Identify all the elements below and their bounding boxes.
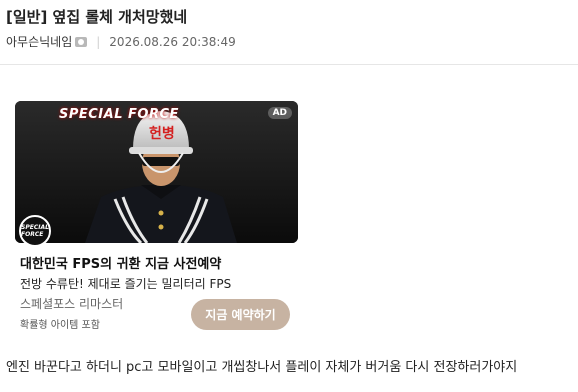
reserve-now-button[interactable]: 지금 예약하기 (191, 299, 290, 330)
ad-headline[interactable]: 대한민국 FPS의 귀환 지금 사전예약 (20, 253, 221, 272)
post-body: 엔진 바꾼다고 하더니 pc고 모바일이고 개씹창나서 플레이 자체가 버거움 … (6, 360, 518, 375)
post-title: [일반] 옆집 롤체 개처망했네 (6, 8, 188, 26)
ad-card[interactable]: SPECIAL FORCE 헌병 AD SPECIAL FORCE 대한민국 F… (15, 101, 298, 341)
meta-divider: | (96, 34, 101, 49)
ad-brand-name: 스페셜포스 리마스터 (20, 297, 124, 311)
brand-logo[interactable]: SPECIAL FORCE (19, 215, 51, 247)
user-badge-icon (75, 36, 88, 47)
post-date: 2026.08.26 20:38:49 (109, 34, 236, 49)
ad-note: 확률형 아이템 포함 (20, 320, 100, 331)
ad-description: 전방 수류탄! 제대로 즐기는 밀리터리 FPS (20, 277, 232, 291)
author-nickname[interactable]: 아무슨닉네임 (6, 33, 72, 50)
ad-badge: AD (267, 107, 292, 119)
game-logo: SPECIAL FORCE (59, 107, 179, 122)
helmet-text: 헌병 (149, 126, 175, 142)
post-meta: 아무슨닉네임 | 2026.08.26 20:38:49 (6, 33, 236, 50)
ad-image[interactable]: SPECIAL FORCE 헌병 AD (15, 101, 298, 243)
post-header: [일반] 옆집 롤체 개처망했네 아무슨닉네임 | 2026.08.26 20:… (0, 0, 578, 65)
